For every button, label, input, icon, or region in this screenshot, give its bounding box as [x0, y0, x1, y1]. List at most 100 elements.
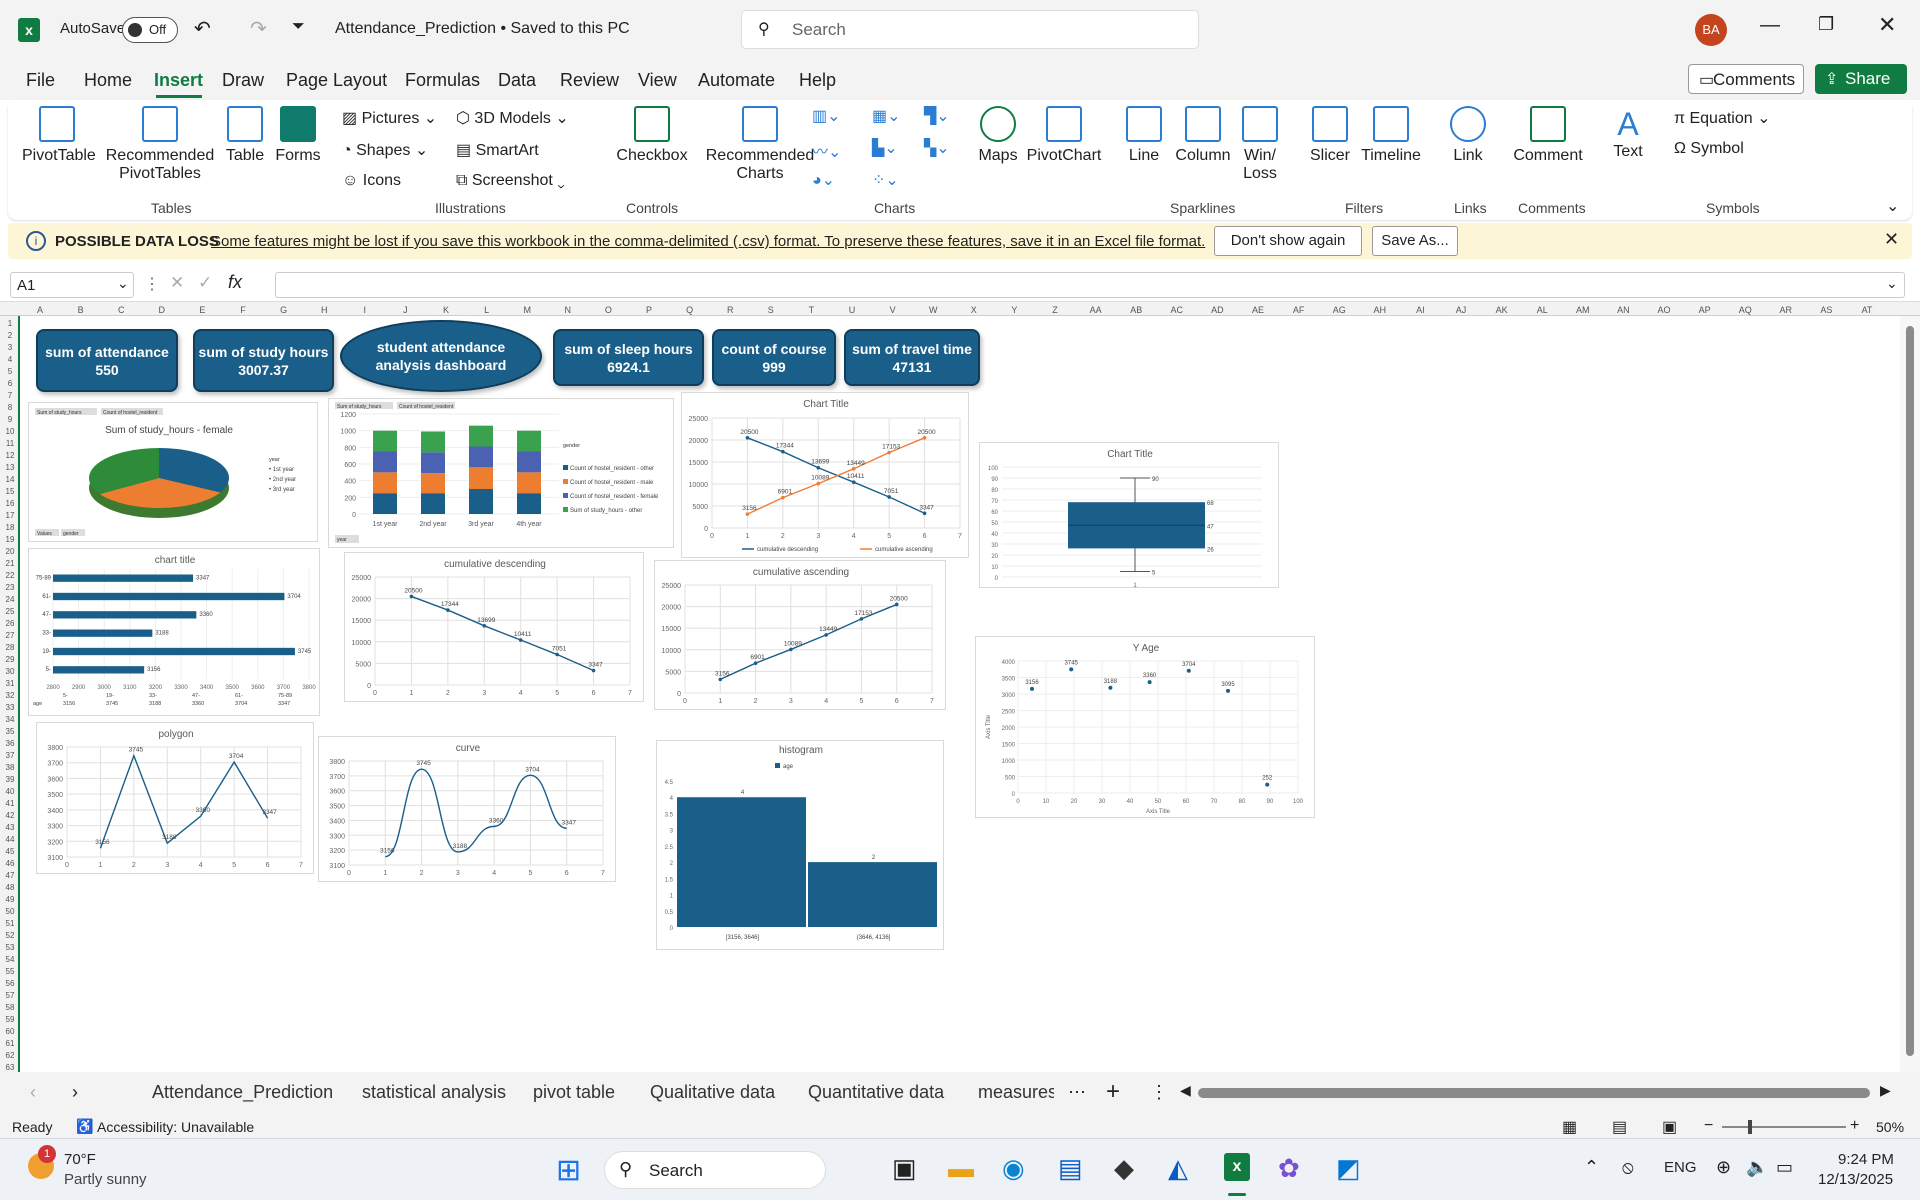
- sheet-options-icon[interactable]: ⋮: [1150, 1082, 1168, 1103]
- comments-button[interactable]: ▭ Comments: [1688, 64, 1804, 94]
- horizontal-bar-chart[interactable]: chart title 2800 2900 3000 3100 3200 3300 3400 3…: [28, 548, 320, 716]
- forms-button[interactable]: Forms: [272, 106, 324, 165]
- column-chart-button[interactable]: ▥⌄: [812, 106, 841, 126]
- waterfall-chart-button[interactable]: ▜⌄: [924, 106, 950, 126]
- stacked-column-chart[interactable]: Sum of study_hours Count of hostel_reside…: [328, 398, 674, 548]
- undo-icon[interactable]: ↶: [194, 16, 211, 41]
- globe-icon[interactable]: ⊕: [1716, 1157, 1731, 1178]
- kpi-card-travel-time[interactable]: sum of travel time 47131: [844, 329, 980, 386]
- comment-button[interactable]: Comment: [1508, 106, 1588, 165]
- name-box-dropdown-icon[interactable]: ⌄: [117, 275, 129, 292]
- prev-sheet-icon[interactable]: ‹: [30, 1082, 36, 1103]
- tab-formulas[interactable]: Formulas: [405, 70, 480, 91]
- file-explorer-icon[interactable]: ▬: [948, 1153, 974, 1184]
- recommended-pivottables-button[interactable]: Recommended PivotTables: [100, 106, 220, 183]
- link-button[interactable]: Link: [1440, 106, 1496, 165]
- store-icon[interactable]: ▤: [1058, 1153, 1083, 1184]
- zoom-level[interactable]: 50%: [1876, 1119, 1904, 1135]
- redo-icon[interactable]: ↷: [250, 16, 267, 41]
- kpi-card-course-count[interactable]: count of course 999: [712, 329, 836, 386]
- save-as-button[interactable]: Save As...: [1372, 226, 1458, 256]
- polygon-chart[interactable]: polygon 3100 3200 3300 3400 3500 3600 3700 3800 0…: [36, 722, 314, 874]
- tab-file[interactable]: File: [26, 70, 55, 91]
- pivottable-button[interactable]: PivotTable: [22, 106, 96, 165]
- m365-icon[interactable]: ✿: [1278, 1153, 1300, 1184]
- zoom-out-icon[interactable]: −: [1704, 1117, 1713, 1135]
- symbol-button[interactable]: Ω Symbol: [1674, 140, 1744, 158]
- checkbox-button[interactable]: Checkbox: [608, 106, 696, 165]
- tab-home[interactable]: Home: [84, 70, 132, 91]
- network-off-icon[interactable]: ⦸: [1622, 1157, 1634, 1178]
- sheet-tab-measures[interactable]: measures: [978, 1082, 1054, 1103]
- scatter-chart[interactable]: Y Age 0 500 1000 1500 2000 2500 3000 3500 4000 0 10…: [975, 636, 1315, 818]
- statistic-chart-button[interactable]: ▙⌄: [872, 138, 898, 158]
- accessibility-status[interactable]: Accessibility: Unavailable: [97, 1119, 254, 1135]
- infobar-close-icon[interactable]: ✕: [1884, 229, 1899, 250]
- sheet-tab-attendance-prediction[interactable]: Attendance_Prediction: [152, 1082, 333, 1103]
- tab-automate[interactable]: Automate: [698, 70, 775, 91]
- slicer-button[interactable]: Slicer: [1302, 106, 1358, 165]
- close-icon[interactable]: ✕: [1878, 12, 1896, 38]
- equation-button[interactable]: π Equation ⌄: [1674, 108, 1771, 128]
- tab-help[interactable]: Help: [799, 70, 836, 91]
- tab-draw[interactable]: Draw: [222, 70, 264, 91]
- avatar[interactable]: BA: [1695, 14, 1727, 46]
- icons-button[interactable]: ☺ Icons: [342, 172, 401, 190]
- expand-formula-icon[interactable]: ⌄: [1886, 275, 1898, 292]
- name-box[interactable]: A1 ⌄: [10, 272, 134, 298]
- more-sheets-icon[interactable]: ⋯: [1068, 1082, 1086, 1103]
- photos-icon[interactable]: ◩: [1336, 1153, 1361, 1184]
- language-indicator[interactable]: ENG: [1664, 1159, 1697, 1176]
- maps-button[interactable]: Maps: [968, 106, 1028, 165]
- tab-page-layout[interactable]: Page Layout: [286, 70, 387, 91]
- screenshot-button[interactable]: ⧉ Screenshot ⌄: [456, 172, 565, 190]
- cumulative-ascending-chart[interactable]: cumulative ascending 0 5000 10000 15000 20000…: [654, 560, 946, 710]
- shapes-button[interactable]: ◔ Shapes ⌄: [342, 140, 428, 160]
- next-sheet-icon[interactable]: ›: [72, 1082, 78, 1103]
- timeline-button[interactable]: Timeline: [1356, 106, 1426, 165]
- sparkline-column-button[interactable]: Column: [1172, 106, 1234, 165]
- tray-chevron-icon[interactable]: ⌃: [1584, 1157, 1599, 1178]
- hierarchy-chart-button[interactable]: ▦⌄: [872, 106, 901, 126]
- formula-input[interactable]: ⌄: [275, 272, 1905, 298]
- search-box[interactable]: ⚲ Search: [741, 10, 1199, 49]
- page-layout-view-icon[interactable]: ▤: [1612, 1117, 1627, 1137]
- pie-chart[interactable]: Sum of study_hours - female Sum of study_…: [28, 402, 318, 542]
- sheet-tab-qualitative-data[interactable]: Qualitative data: [650, 1082, 775, 1103]
- smartart-button[interactable]: ▤ SmartArt: [456, 140, 539, 160]
- tab-view[interactable]: View: [638, 70, 677, 91]
- app-cube-icon[interactable]: ◆: [1114, 1153, 1134, 1184]
- edge-icon[interactable]: ◉: [1002, 1153, 1025, 1184]
- cumulative-line-chart[interactable]: Chart Title 0 5000 10000 15000 20000 25000 0 1 2 3…: [681, 392, 969, 558]
- tab-review[interactable]: Review: [560, 70, 619, 91]
- kpi-card-study-hours[interactable]: sum of study hours 3007.37: [193, 329, 334, 392]
- pie-chart-button[interactable]: ◕⌄: [812, 170, 835, 190]
- customize-qat-icon[interactable]: ⏷: [292, 18, 305, 36]
- page-break-view-icon[interactable]: ▣: [1662, 1117, 1677, 1137]
- vertical-scrollbar[interactable]: [1900, 316, 1920, 1072]
- document-title[interactable]: Attendance_Prediction • Saved to this PC: [335, 20, 630, 38]
- pivotchart-button[interactable]: PivotChart: [1026, 106, 1102, 165]
- start-icon[interactable]: ⊞: [556, 1153, 581, 1188]
- cumulative-descending-chart[interactable]: cumulative descending 0 5000 10000 15000 2000…: [344, 552, 644, 702]
- 3d-models-button[interactable]: ⬡ 3D Models ⌄: [456, 108, 569, 128]
- worksheet[interactable]: A B C D E F G H I J K L M N O P Q R S T U V W X Y Z AA AB AC AD AE AF AG…: [0, 302, 1920, 1072]
- recommended-charts-button[interactable]: Recommended Charts: [702, 106, 818, 183]
- taskbar-search[interactable]: ⚲ Search: [604, 1151, 826, 1189]
- battery-icon[interactable]: ▭: [1776, 1157, 1793, 1178]
- azure-icon[interactable]: ◭: [1168, 1153, 1188, 1184]
- enter-entry-icon[interactable]: ✓: [198, 273, 212, 293]
- add-sheet-icon[interactable]: +: [1106, 1078, 1120, 1106]
- excel-taskbar-icon[interactable]: x: [1224, 1153, 1250, 1181]
- sheet-tab-statistical-analysis[interactable]: statistical analysis: [362, 1082, 506, 1103]
- sparkline-line-button[interactable]: Line: [1116, 106, 1172, 165]
- sheet-tab-pivot-table[interactable]: pivot table: [533, 1082, 615, 1103]
- zoom-slider[interactable]: [1722, 1120, 1846, 1134]
- clock-date[interactable]: 12/13/2025: [1818, 1171, 1893, 1188]
- volume-icon[interactable]: 🔈: [1746, 1157, 1768, 1178]
- line-chart-button[interactable]: 〰⌄: [812, 138, 841, 162]
- kpi-card-attendance[interactable]: sum of attendance 550: [36, 329, 178, 392]
- sparkline-winloss-button[interactable]: Win/ Loss: [1236, 106, 1284, 183]
- collapse-ribbon-icon[interactable]: ⌄: [1886, 196, 1899, 216]
- zoom-slider-thumb[interactable]: [1748, 1120, 1752, 1134]
